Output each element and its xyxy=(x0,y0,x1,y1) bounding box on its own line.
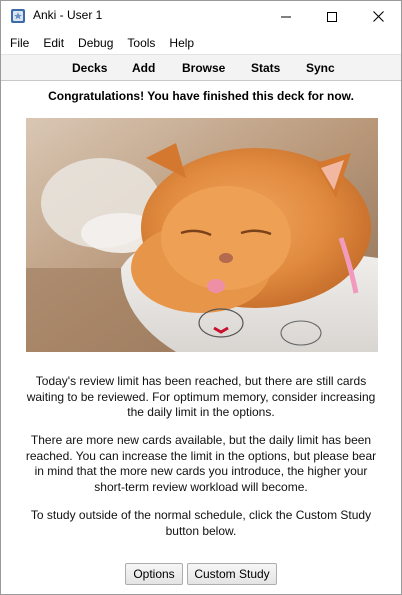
close-icon xyxy=(372,11,384,22)
anki-app-icon xyxy=(11,9,25,23)
congrats-image xyxy=(26,118,378,352)
menu-file[interactable]: File xyxy=(1,32,36,54)
options-button[interactable]: Options xyxy=(125,563,183,585)
main-toolbar: Decks Add Browse Stats Sync xyxy=(1,54,401,81)
anki-window: Anki - User 1 File Edit Debug Tools Help… xyxy=(0,0,402,595)
toolbar-decks-link[interactable]: Decks xyxy=(72,61,107,75)
close-button[interactable] xyxy=(355,1,401,32)
custom-study-hint: To study outside of the normal schedule,… xyxy=(30,508,372,538)
menu-debug[interactable]: Debug xyxy=(71,32,120,54)
toolbar-browse-link[interactable]: Browse xyxy=(182,61,225,75)
congrats-heading: Congratulations! You have finished this … xyxy=(48,89,354,103)
toolbar-sync-link[interactable]: Sync xyxy=(306,61,335,75)
maximize-icon xyxy=(327,11,337,22)
window-title: Anki - User 1 xyxy=(33,8,103,22)
menu-tools[interactable]: Tools xyxy=(120,32,162,54)
maximize-button[interactable] xyxy=(309,1,355,32)
new-cards-limit-message: There are more new cards available, but … xyxy=(25,433,377,494)
overview-content: Congratulations! You have finished this … xyxy=(1,82,401,594)
review-limit-message: Today's review limit has been reached, b… xyxy=(26,374,376,419)
menu-help[interactable]: Help xyxy=(162,32,201,54)
minimize-button[interactable] xyxy=(263,1,309,32)
menu-bar: File Edit Debug Tools Help xyxy=(1,32,401,54)
toolbar-stats-link[interactable]: Stats xyxy=(251,61,280,75)
sleeping-cat-illustration xyxy=(26,118,378,352)
menu-edit[interactable]: Edit xyxy=(36,32,71,54)
title-bar[interactable]: Anki - User 1 xyxy=(1,1,401,32)
minimize-icon xyxy=(281,16,291,17)
toolbar-add-link[interactable]: Add xyxy=(132,61,155,75)
custom-study-button[interactable]: Custom Study xyxy=(187,563,277,585)
